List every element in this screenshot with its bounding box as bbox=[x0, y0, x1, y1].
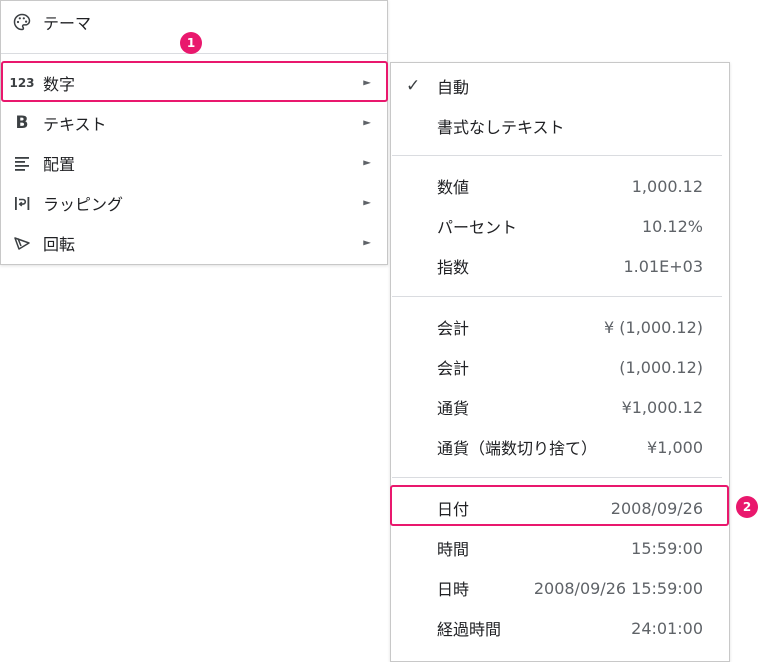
format-sample: 15:59:00 bbox=[631, 538, 703, 558]
align-left-icon bbox=[11, 152, 33, 174]
submenu-arrow-icon: ► bbox=[363, 237, 371, 249]
rotate-text-icon bbox=[11, 232, 33, 254]
submenu-arrow-icon: ► bbox=[363, 197, 371, 209]
submenu-item-label: 自動 bbox=[437, 78, 470, 97]
menu-divider bbox=[392, 155, 722, 156]
submenu-item-label: 数値 bbox=[437, 178, 470, 197]
palette-icon bbox=[11, 11, 33, 33]
menu-item-label: 数字 bbox=[43, 75, 76, 94]
format-sample: 1,000.12 bbox=[631, 176, 703, 196]
format-sample: 24:01:00 bbox=[631, 618, 703, 638]
bold-icon: B bbox=[15, 113, 29, 133]
submenu-item-number[interactable]: 数値 1,000.12 bbox=[391, 166, 729, 206]
menu-item-label: テーマ bbox=[43, 14, 92, 33]
submenu-item-label: 会計 bbox=[437, 319, 470, 338]
submenu-item-date[interactable]: 日付 2008/09/26 bbox=[391, 488, 729, 528]
submenu-item-label: 会計 bbox=[437, 359, 470, 378]
submenu-item-label: パーセント bbox=[437, 218, 518, 237]
step-badge-2: 2 bbox=[736, 496, 758, 518]
submenu-item-duration[interactable]: 経過時間 24:01:00 bbox=[391, 608, 729, 648]
submenu-item-label: 経過時間 bbox=[437, 620, 502, 639]
format-sample: ¥1,000.12 bbox=[621, 397, 703, 417]
submenu-item-label: 日時 bbox=[437, 580, 470, 599]
submenu-item-currency-rounded[interactable]: 通貨（端数切り捨て） ¥1,000 bbox=[391, 427, 729, 467]
format-sample: ¥ (1,000.12) bbox=[604, 317, 703, 337]
submenu-arrow-icon: ► bbox=[363, 157, 371, 169]
format-sample: ¥1,000 bbox=[647, 437, 703, 457]
submenu-item-percent[interactable]: パーセント 10.12% bbox=[391, 206, 729, 246]
menu-item-label: 回転 bbox=[43, 235, 76, 254]
submenu-item-time[interactable]: 時間 15:59:00 bbox=[391, 528, 729, 568]
format-sample: 2008/09/26 bbox=[610, 498, 703, 518]
menu-item-label: 配置 bbox=[43, 155, 76, 174]
menu-item-alignment[interactable]: 配置 ► bbox=[1, 143, 387, 183]
menu-item-wrapping[interactable]: ラッピング ► bbox=[1, 183, 387, 223]
submenu-item-plain-text[interactable]: 書式なしテキスト bbox=[391, 106, 729, 146]
submenu-item-automatic[interactable]: ✓ 自動 bbox=[391, 66, 729, 106]
submenu-item-label: 時間 bbox=[437, 540, 470, 559]
menu-item-label: ラッピング bbox=[43, 195, 124, 214]
submenu-item-label: 日付 bbox=[437, 500, 470, 519]
submenu-arrow-icon: ► bbox=[363, 117, 371, 129]
format-sample: 10.12% bbox=[641, 216, 703, 236]
menu-divider bbox=[392, 296, 722, 297]
step-badge-1: 1 bbox=[180, 32, 202, 54]
number-format-icon: 123 bbox=[9, 76, 35, 90]
submenu-item-date-time[interactable]: 日時 2008/09/26 15:59:00 bbox=[391, 568, 729, 608]
menu-item-rotation[interactable]: 回転 ► bbox=[1, 223, 387, 263]
submenu-item-label: 通貨 bbox=[437, 399, 470, 418]
submenu-item-scientific[interactable]: 指数 1.01E+03 bbox=[391, 246, 729, 286]
menu-item-number[interactable]: 123 数字 ► bbox=[1, 63, 387, 103]
menu-item-text[interactable]: B テキスト ► bbox=[1, 103, 387, 143]
menu-divider bbox=[392, 477, 722, 478]
submenu-item-currency[interactable]: 通貨 ¥1,000.12 bbox=[391, 387, 729, 427]
submenu-item-label: 指数 bbox=[437, 258, 470, 277]
submenu-item-label: 書式なしテキスト bbox=[437, 118, 565, 137]
text-wrap-icon bbox=[11, 192, 33, 214]
checkmark-icon: ✓ bbox=[406, 76, 421, 96]
submenu-item-accounting[interactable]: 会計 ¥ (1,000.12) bbox=[391, 307, 729, 347]
number-format-submenu: ✓ 自動 書式なしテキスト 数値 1,000.12 パーセント 10.12% 指… bbox=[390, 62, 730, 662]
submenu-item-financial[interactable]: 会計 (1,000.12) bbox=[391, 347, 729, 387]
submenu-item-label: 通貨（端数切り捨て） bbox=[437, 439, 598, 458]
submenu-arrow-icon: ► bbox=[363, 77, 371, 89]
menu-item-label: テキスト bbox=[43, 115, 107, 134]
format-sample: 1.01E+03 bbox=[623, 256, 704, 276]
format-sample: 2008/09/26 15:59:00 bbox=[533, 578, 703, 598]
format-sample: (1,000.12) bbox=[619, 357, 703, 377]
